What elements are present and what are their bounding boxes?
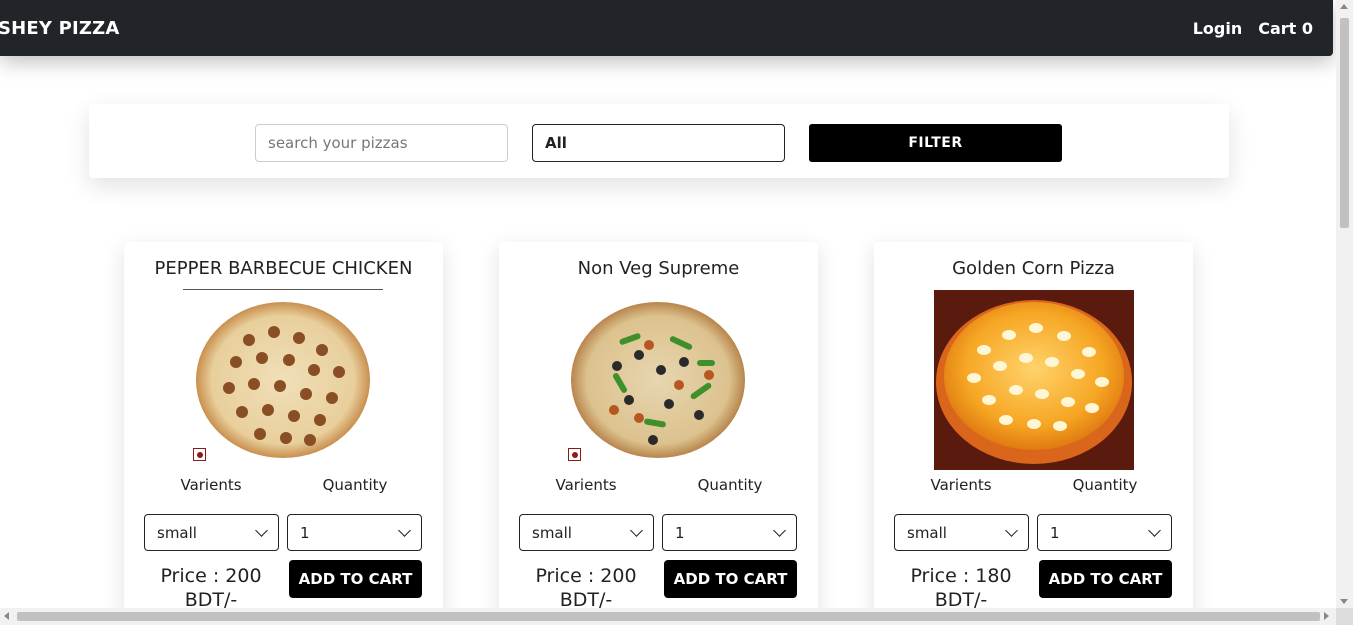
- quantity-select[interactable]: 1: [662, 514, 797, 551]
- varient-select[interactable]: small: [144, 514, 279, 551]
- varients-label: Varients: [180, 476, 242, 494]
- vertical-scrollbar[interactable]: [1336, 0, 1353, 608]
- non-veg-icon: [193, 448, 206, 461]
- pizza-card: Non Veg Supreme Varients Quantity small …: [499, 242, 818, 622]
- scrollbar-corner: [1336, 608, 1353, 625]
- quantity-select-value: 1: [675, 523, 685, 542]
- pizza-name: Non Veg Supreme: [577, 258, 740, 279]
- quantity-select[interactable]: 1: [1037, 514, 1172, 551]
- pizza-image[interactable]: [934, 290, 1134, 470]
- scroll-up-icon[interactable]: [1340, 4, 1348, 9]
- filter-button[interactable]: FILTER: [809, 124, 1062, 162]
- horizontal-scrollbar-thumb[interactable]: [17, 612, 1320, 621]
- quantity-select-value: 1: [1050, 523, 1060, 542]
- navbar: SHEY PIZZA Login Cart 0: [0, 0, 1333, 56]
- filter-bar: All FILTER: [89, 104, 1229, 178]
- brand-logo[interactable]: SHEY PIZZA: [0, 18, 120, 39]
- pizza-card: Golden Corn Pizza Varients Quantity smal…: [874, 242, 1193, 622]
- varient-select-value: small: [907, 523, 947, 542]
- pizza-card: PEPPER BARBECUE CHICKEN Varients Quantit…: [124, 242, 443, 622]
- quantity-select[interactable]: 1: [287, 514, 422, 551]
- varients-label: Varients: [930, 476, 992, 494]
- login-link[interactable]: Login: [1193, 19, 1243, 38]
- add-to-cart-button[interactable]: ADD TO CART: [289, 560, 422, 598]
- chevron-down-icon: [630, 524, 643, 537]
- chevron-down-icon: [398, 524, 411, 537]
- chevron-down-icon: [255, 524, 268, 537]
- varient-select[interactable]: small: [894, 514, 1029, 551]
- quantity-label: Quantity: [1072, 476, 1138, 494]
- price-text: Price : 200 BDT/-: [535, 565, 637, 611]
- scroll-down-icon[interactable]: [1340, 599, 1348, 604]
- search-input[interactable]: [255, 124, 508, 162]
- scroll-right-icon[interactable]: [1324, 612, 1329, 620]
- scroll-left-icon[interactable]: [4, 612, 9, 620]
- varients-label: Varients: [555, 476, 617, 494]
- page: SHEY PIZZA Login Cart 0 All FILTER PEPPE…: [0, 0, 1353, 625]
- category-select-value: All: [545, 134, 567, 152]
- pizza-image[interactable]: [569, 300, 749, 465]
- add-to-cart-button[interactable]: ADD TO CART: [1039, 560, 1172, 598]
- quantity-select-value: 1: [300, 523, 310, 542]
- category-select[interactable]: All: [532, 124, 785, 162]
- vertical-scrollbar-thumb[interactable]: [1340, 18, 1349, 228]
- horizontal-scrollbar[interactable]: [0, 608, 1353, 625]
- title-underline: [183, 289, 383, 290]
- price-text: Price : 200 BDT/-: [160, 565, 262, 611]
- non-veg-icon: [568, 448, 581, 461]
- add-to-cart-button[interactable]: ADD TO CART: [664, 560, 797, 598]
- varient-select-value: small: [532, 523, 572, 542]
- pizza-name: PEPPER BARBECUE CHICKEN: [154, 258, 413, 279]
- chevron-down-icon: [1005, 524, 1018, 537]
- price-text: Price : 180 BDT/-: [910, 565, 1012, 611]
- chevron-down-icon: [1148, 524, 1161, 537]
- varient-select-value: small: [157, 523, 197, 542]
- pizza-image[interactable]: [194, 300, 374, 465]
- pizza-name: Golden Corn Pizza: [952, 258, 1115, 279]
- quantity-label: Quantity: [697, 476, 763, 494]
- chevron-down-icon: [773, 524, 786, 537]
- cart-link[interactable]: Cart 0: [1258, 19, 1313, 38]
- quantity-label: Quantity: [322, 476, 388, 494]
- varient-select[interactable]: small: [519, 514, 654, 551]
- nav-links: Login Cart 0: [1193, 19, 1313, 38]
